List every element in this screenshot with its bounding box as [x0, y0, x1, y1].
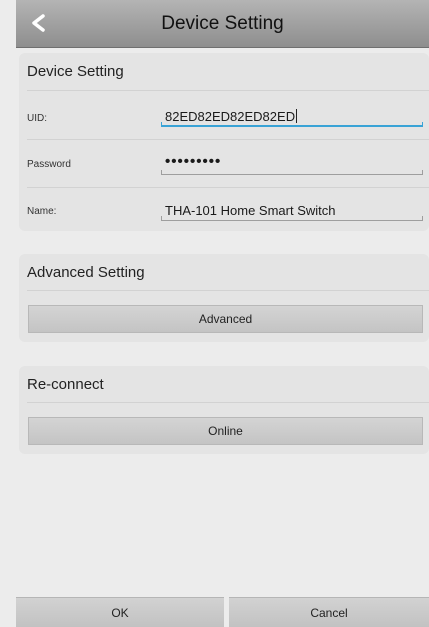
password-field[interactable]: ••••••••• [165, 153, 221, 170]
advanced-setting-heading: Advanced Setting [27, 264, 145, 281]
divider [27, 139, 429, 140]
cancel-button[interactable]: Cancel [229, 597, 429, 627]
advanced-button[interactable]: Advanced [28, 305, 423, 333]
name-label: Name: [27, 206, 57, 217]
page-title: Device Setting [161, 13, 284, 34]
reconnect-panel: Re-connect Online [19, 366, 429, 454]
divider [27, 290, 429, 291]
password-underline [161, 170, 423, 175]
name-underline [161, 216, 423, 221]
divider [27, 90, 429, 91]
online-button[interactable]: Online [28, 417, 423, 445]
ok-button[interactable]: OK [16, 597, 224, 627]
device-setting-heading: Device Setting [27, 63, 124, 80]
uid-underline [161, 122, 423, 127]
divider [27, 402, 429, 403]
uid-label: UID: [27, 113, 47, 124]
title-bar: Device Setting [16, 0, 429, 48]
password-label: Password [27, 159, 71, 170]
text-cursor [296, 109, 298, 123]
divider [27, 187, 429, 188]
advanced-setting-panel: Advanced Setting Advanced [19, 254, 429, 342]
device-setting-panel: Device Setting UID: 82ED82ED82ED82ED Pas… [19, 53, 429, 231]
reconnect-heading: Re-connect [27, 376, 104, 393]
